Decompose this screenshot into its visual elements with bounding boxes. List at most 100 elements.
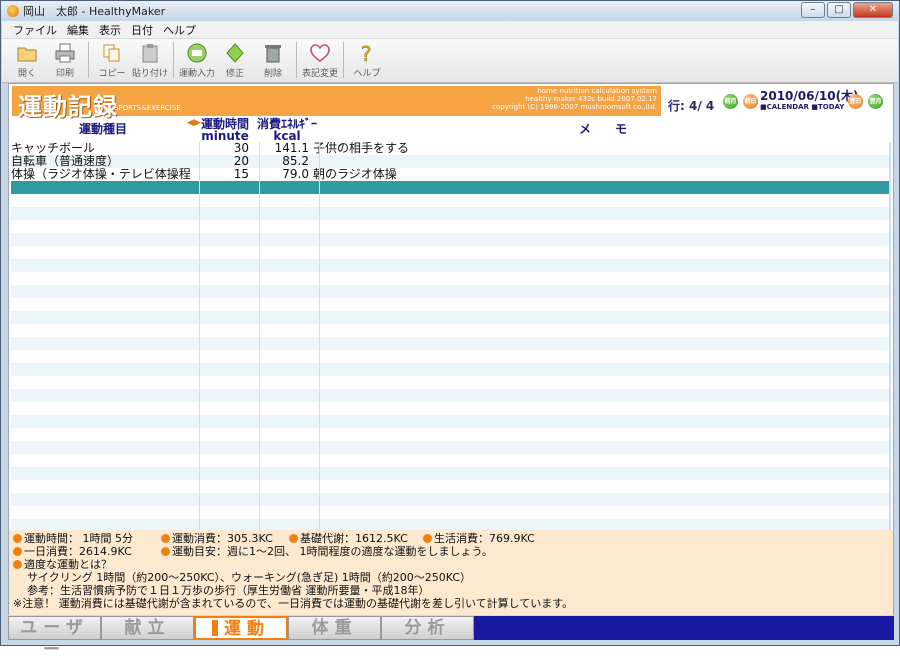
tab-menu[interactable]: 献立 [101,616,194,640]
table-row-empty[interactable] [11,441,889,454]
table-row-empty[interactable] [11,454,889,467]
table-row-empty[interactable] [11,506,889,519]
bullet-icon [289,534,298,543]
edit-icon [226,43,244,63]
window-title: 岡山 太郎 - HealthyMaker [23,5,166,18]
paste-icon [142,44,158,63]
tab-user[interactable]: ユーザー [8,616,101,660]
table-row-empty[interactable] [11,285,889,298]
main-panel: 運動記録 SPORTS&EXERCISE home nutrition calc… [8,83,894,615]
tab-exercise[interactable]: 運動 [194,616,288,640]
notation-button[interactable]: 表記変更 [301,39,339,81]
summary-note: ※注意！ 運動消費には基礎代謝が含まれているので、一日消費では運動の基礎代謝を差… [13,597,574,610]
help-button[interactable]: ? ヘルプ [348,39,386,81]
exercise-kcal-text: 運動消費：305.3KC [172,532,273,545]
table-row-empty[interactable] [11,246,889,259]
cell-exercise: キャッチボール [11,142,96,155]
bullet-icon [13,534,22,543]
open-label: 開く [17,69,36,79]
table-row-empty[interactable] [11,480,889,493]
menu-edit[interactable]: 編集 [62,22,94,38]
tab-analysis[interactable]: 分析 [381,616,474,640]
calendar-link[interactable]: CALENDAR [767,103,809,111]
table-row-empty[interactable] [11,337,889,350]
copy-button[interactable]: コピー [93,39,131,81]
life-text: 生活消費：769.9KC [434,532,535,545]
notation-label: 表記変更 [301,69,338,79]
column-divider [199,142,200,530]
table-row[interactable]: キャッチボール 30 141.1 子供の相手をする [11,142,889,155]
table-row-empty[interactable] [11,194,889,207]
folder-icon [17,47,37,62]
edit-label: 修正 [225,69,244,79]
menu-help[interactable]: ヘルプ [158,22,201,38]
table-row-empty[interactable] [11,493,889,506]
cell-memo: 朝のラジオ体操 [313,168,397,181]
toolbar-separator [343,42,344,78]
table-row-empty[interactable] [11,233,889,246]
table-row-selected[interactable] [11,181,889,194]
tab-weight[interactable]: 体重 [288,616,381,640]
summary-line: 参考：生活習慣病予防で１日１万歩の歩行（厚生労働省 運動所要量・平成18年） [27,584,430,597]
bullet-icon [423,534,432,543]
toolbar-separator [88,42,89,78]
close-button[interactable]: ✕ [853,2,893,18]
table-row[interactable]: 自転車（普通速度） 20 85.2 [11,155,889,168]
table-row-empty[interactable] [11,428,889,441]
app-icon [7,5,19,17]
delete-button[interactable]: 削除 [254,39,292,81]
help-label: ヘルプ [353,69,381,79]
today-link[interactable]: TODAY [818,103,844,111]
summary-panel: 運動時間： 1時間 5分 運動消費：305.3KC 基礎代謝：1612.5KC … [9,530,893,615]
paste-button[interactable]: 貼り付け [131,39,169,81]
menu-file[interactable]: ファイル [8,22,62,38]
prev-day-button[interactable]: 前日 [743,94,758,109]
table-row-empty[interactable] [11,272,889,285]
table-row-empty[interactable] [11,415,889,428]
table-row-empty[interactable] [11,389,889,402]
exercise-input-button[interactable]: 運動入力 [178,39,216,81]
vertical-scrollbar[interactable] [889,142,891,530]
summary-line: 一日消費：2614.9KC 運動目安：週に1〜2回、 1時間程度の適度な運動をし… [13,545,893,558]
table-row-empty[interactable] [11,207,889,220]
table-row-empty[interactable] [11,324,889,337]
input-icon [187,43,207,63]
table-row[interactable]: 体操（ラジオ体操・テレビ体操程 15 79.0 朝のラジオ体操 [11,168,889,181]
header-memo[interactable]: メ モ [579,123,627,135]
table-row-empty[interactable] [11,519,889,530]
menu-view[interactable]: 表示 [94,22,126,38]
minimize-button[interactable]: – [801,2,825,18]
table-row-empty[interactable] [11,298,889,311]
table-row-empty[interactable] [11,350,889,363]
print-label: 印刷 [55,69,74,79]
column-divider [259,142,260,530]
exercise-table: 運動種目 ◀▶ 運動時間 minute 消費ｴﾈﾙｷﾞｰ kcal メ モ キャ… [11,118,891,530]
table-row-empty[interactable] [11,220,889,233]
header-exercise[interactable]: 運動種目 [79,123,127,135]
exercise-input-label: 運動入力 [178,69,215,79]
next-month-button[interactable]: 翌月 [868,94,883,109]
table-row-empty[interactable] [11,467,889,480]
header-minutes[interactable]: 運動時間 minute [197,118,253,142]
copy-icon [103,44,120,62]
menu-date[interactable]: 日付 [126,22,158,38]
table-row-empty[interactable] [11,259,889,272]
summary-item: 一日消費：2614.9KC [13,545,132,558]
table-row-empty[interactable] [11,402,889,415]
header-kcal[interactable]: 消費ｴﾈﾙｷﾞｰ kcal [255,118,319,142]
summary-line: 運動時間： 1時間 5分 運動消費：305.3KC 基礎代謝：1612.5KC … [13,532,893,545]
maximize-button[interactable]: □ [827,2,851,18]
next-day-button[interactable]: 翌日 [848,94,863,109]
open-button[interactable]: 開く [8,39,46,81]
trash-icon [265,45,281,63]
prev-month-button[interactable]: 前月 [723,94,738,109]
table-row-empty[interactable] [11,376,889,389]
table-row-empty[interactable] [11,363,889,376]
table-row-empty[interactable] [11,311,889,324]
summary-item: 基礎代謝：1612.5KC [289,532,408,545]
summary-line: サイクリング 1時間（約200〜250KC）、ウォーキング(急ぎ足) 1時間（約… [27,571,472,584]
bullet-icon [161,547,170,556]
toolbar-separator [296,42,297,78]
edit-button[interactable]: 修正 [216,39,254,81]
print-button[interactable]: 印刷 [46,39,84,81]
